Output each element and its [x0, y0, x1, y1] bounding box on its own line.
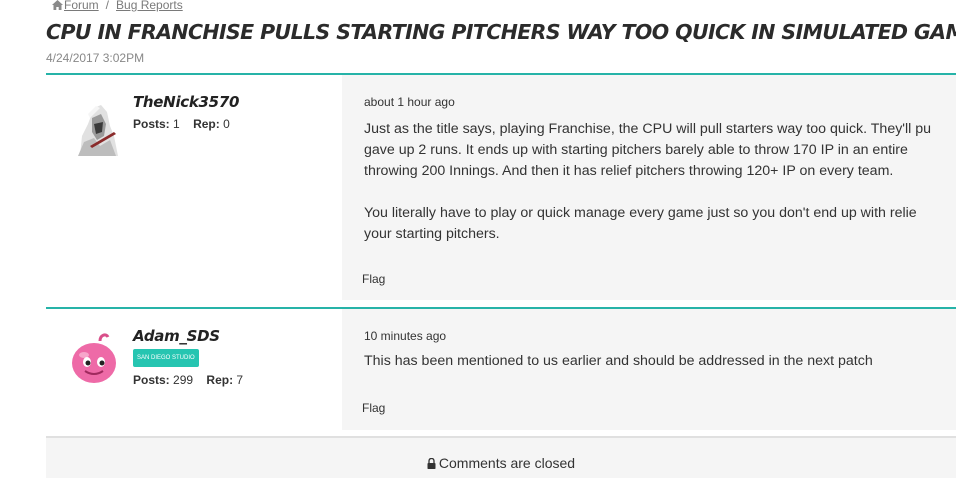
- author-stats: Posts: 1 Rep: 0: [133, 117, 230, 131]
- lock-icon: [427, 458, 436, 469]
- post-timestamp: about 1 hour ago: [364, 95, 455, 109]
- post-paragraph: You literally have to play or quick mana…: [364, 205, 917, 242]
- post-item: TheNick3570 Posts: 1 Rep: 0 about 1 hour…: [46, 73, 956, 300]
- comments-closed-text: Comments are closed: [438, 455, 576, 471]
- posts-label: Posts:: [133, 373, 170, 387]
- posts-count: 1: [173, 117, 180, 131]
- post-item: Adam_SDS SAN DIEGO STUDIO Posts: 299 Rep…: [46, 307, 956, 430]
- avatar[interactable]: [70, 329, 124, 383]
- rep-label: Rep:: [206, 373, 234, 387]
- post-body: 10 minutes ago This has been mentioned t…: [342, 309, 956, 430]
- author-stats: Posts: 299 Rep: 7: [133, 373, 243, 387]
- post-content: Just as the title says, playing Franchis…: [364, 119, 956, 266]
- author-name[interactable]: Adam_SDS: [133, 327, 220, 345]
- breadcrumb-forum-link[interactable]: Forum: [64, 0, 99, 12]
- post-author-panel: TheNick3570 Posts: 1 Rep: 0: [46, 75, 342, 300]
- post-content: This has been mentioned to us earlier an…: [364, 351, 956, 393]
- home-icon: [52, 0, 63, 10]
- flag-button[interactable]: Flag: [362, 272, 385, 286]
- breadcrumb: Forum / Bug Reports: [52, 0, 183, 12]
- studio-badge: SAN DIEGO STUDIO: [133, 349, 199, 367]
- posts-count: 299: [173, 373, 194, 387]
- hooded-figure-avatar-image: [70, 102, 124, 156]
- avatar[interactable]: [70, 102, 124, 156]
- post-author-panel: Adam_SDS SAN DIEGO STUDIO Posts: 299 Rep…: [46, 309, 342, 430]
- post-paragraph: Just as the title says, playing Franchis…: [364, 121, 932, 179]
- post-paragraph: This has been mentioned to us earlier an…: [364, 353, 873, 369]
- rep-label: Rep:: [193, 117, 220, 131]
- author-name[interactable]: TheNick3570: [133, 93, 239, 111]
- breadcrumb-separator: /: [105, 0, 110, 12]
- thread-date: 4/24/2017 3:02PM: [46, 51, 145, 65]
- flag-button[interactable]: Flag: [362, 401, 385, 415]
- post-timestamp: 10 minutes ago: [364, 329, 447, 343]
- comments-closed-notice: Comments are closed: [46, 436, 956, 478]
- rep-count: 0: [223, 117, 230, 131]
- pink-blob-avatar-image: [70, 329, 124, 383]
- post-body: about 1 hour ago Just as the title says,…: [342, 75, 956, 300]
- posts-label: Posts:: [133, 117, 170, 131]
- page-title: CPU IN FRANCHISE PULLS STARTING PITCHERS…: [46, 20, 956, 44]
- breadcrumb-bug-reports-link[interactable]: Bug Reports: [116, 0, 183, 12]
- rep-count: 7: [236, 373, 244, 387]
